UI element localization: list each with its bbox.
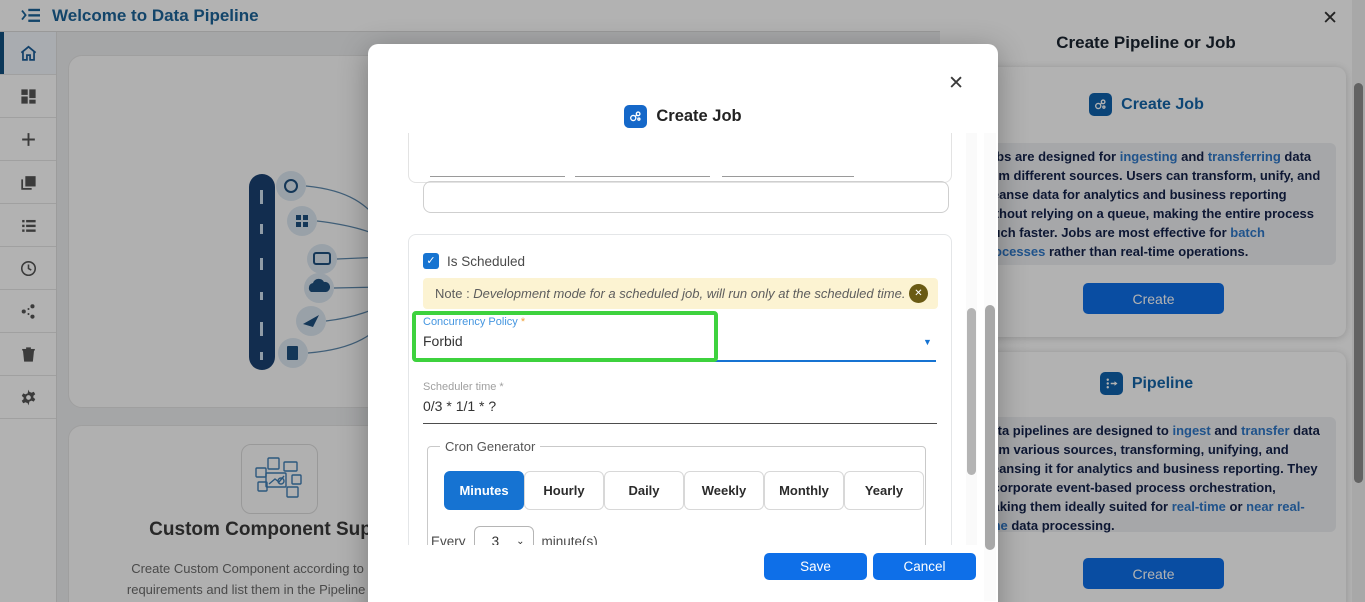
modal-title: Create Job (656, 107, 741, 126)
concurrency-policy-underline (423, 360, 936, 362)
cron-generator-legend: Cron Generator (440, 439, 540, 454)
cron-tab-yearly[interactable]: Yearly (844, 471, 924, 510)
cron-tab-hourly[interactable]: Hourly (524, 471, 604, 510)
cron-tabs: MinutesHourlyDailyWeeklyMonthlyYearly (444, 471, 924, 510)
scrolled-box-partial (423, 181, 949, 213)
chevron-down-icon: ⌄ (516, 536, 524, 545)
cron-tab-weekly[interactable]: Weekly (684, 471, 764, 510)
schedule-form-card: ✓ Is Scheduled Note : Development mode f… (408, 234, 952, 545)
cron-tab-daily[interactable]: Daily (604, 471, 684, 510)
modal-scrollbar[interactable] (984, 133, 996, 601)
scheduler-time-underline (423, 423, 937, 424)
cron-tab-minutes[interactable]: Minutes (444, 471, 524, 510)
modal-close-icon[interactable]: ✕ (948, 72, 964, 95)
note-prefix: Note : (435, 286, 473, 301)
cron-generator-fieldset: Cron Generator MinutesHourlyDailyWeeklyM… (427, 439, 926, 545)
scheduler-time-value[interactable]: 0/3 * 1/1 * ? (423, 398, 496, 414)
scheduled-note-banner: Note : Development mode for a scheduled … (423, 278, 938, 309)
minutes-select-value: 3 (475, 534, 517, 545)
every-label: Every (431, 534, 466, 545)
job-icon (624, 105, 647, 128)
note-close-icon[interactable]: ✕ (909, 284, 928, 303)
chevron-down-icon[interactable]: ▼ (923, 337, 932, 347)
required-asterisk: * (521, 316, 525, 328)
note-text: Development mode for a scheduled job, wi… (473, 286, 905, 301)
scrolled-field-underline (722, 176, 854, 177)
cron-tab-monthly[interactable]: Monthly (764, 471, 844, 510)
modal-scroll-area: ✓ Is Scheduled Note : Development mode f… (368, 133, 980, 545)
minutes-unit-label: minute(s) (542, 534, 598, 545)
is-scheduled-label: Is Scheduled (447, 254, 525, 269)
concurrency-policy-value[interactable]: Forbid (423, 333, 463, 349)
is-scheduled-checkbox[interactable]: ✓ (423, 253, 439, 269)
screen: { "header": { "title": "Welcome to Data … (0, 0, 1365, 602)
scrolled-field-underline (575, 176, 710, 177)
scheduler-time-label: Scheduler time * (423, 381, 504, 393)
minutes-select[interactable]: 3 ⌄ (474, 526, 534, 545)
form-scrollbar[interactable] (966, 133, 977, 545)
create-job-modal: ✕ Create Job ✓ Is Scheduled Note : Devel… (368, 44, 998, 602)
concurrency-policy-label: Concurrency Policy * (423, 316, 525, 328)
scrolled-field-underline (430, 176, 565, 177)
form-scrollbar-thumb[interactable] (967, 308, 976, 475)
modal-scrollbar-thumb[interactable] (985, 305, 995, 550)
cancel-button[interactable]: Cancel (873, 553, 976, 580)
save-button[interactable]: Save (764, 553, 867, 580)
